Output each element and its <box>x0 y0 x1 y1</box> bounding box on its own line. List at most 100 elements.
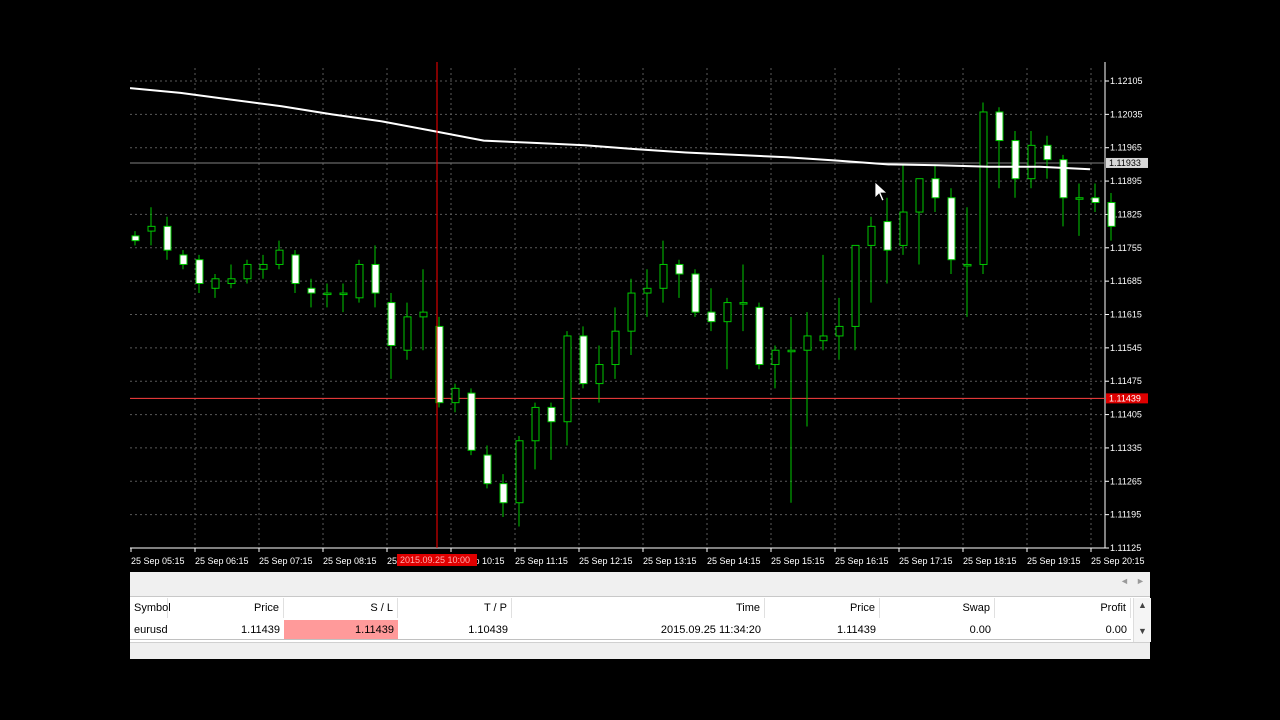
row-swap[interactable]: 0.00 <box>880 620 995 640</box>
row-tp[interactable]: 1.10439 <box>398 620 512 640</box>
candle-body <box>851 244 860 327</box>
time-tick-label: 25 Sep 11:15 <box>515 556 568 566</box>
col-header-profit[interactable]: Profit <box>995 598 1131 618</box>
candle-body <box>579 335 588 385</box>
candle-body <box>1059 159 1068 199</box>
row-sl[interactable]: 1.11439 <box>284 620 398 640</box>
row-price[interactable]: 1.11439 <box>168 620 284 640</box>
chart-canvas[interactable]: 1.121051.120351.119651.118951.118251.117… <box>130 62 1150 572</box>
candle-body <box>1027 144 1036 180</box>
candle-body <box>1043 144 1052 161</box>
crosshair-time-label: 2015.09.25 10:00 <box>400 555 470 565</box>
candle-body <box>723 302 732 323</box>
col-header-swap[interactable]: Swap <box>880 598 995 618</box>
terminal-bottom-strip <box>130 642 1150 659</box>
candle-body <box>819 335 828 342</box>
col-header-time[interactable]: Time <box>512 598 765 618</box>
trade-terminal: ◄ ► Symbol Price S / L T / P Time Price … <box>130 572 1151 659</box>
price-chart[interactable]: 1.12105 1.12035 1.11965 1.11895 1.11825 1.117… <box>130 62 1150 572</box>
price-tick-label: 1.11685 <box>1110 276 1142 286</box>
time-tick-label: 25 Sep 19:15 <box>1027 556 1081 566</box>
candle-body <box>467 392 476 451</box>
col-header-sl[interactable]: S / L <box>284 598 398 618</box>
candle-body <box>339 292 348 296</box>
col-header-tp[interactable]: T / P <box>398 598 512 618</box>
candle-body <box>803 335 812 351</box>
candle-body <box>643 287 652 294</box>
candle-body <box>131 235 140 242</box>
row-time[interactable]: 2015.09.25 11:34:20 <box>512 620 765 640</box>
candle-body <box>771 349 780 366</box>
row-price2[interactable]: 1.11439 <box>765 620 880 640</box>
candle-body <box>147 225 156 232</box>
time-tick-label: 25 Sep 18:15 <box>963 556 1017 566</box>
candle-body <box>275 249 284 265</box>
row-profit[interactable]: 0.00 <box>995 620 1131 640</box>
candle-body <box>659 263 668 289</box>
price-tick-label: 1.11965 <box>1110 143 1142 153</box>
stop-loss-label: 1.11439 <box>1109 393 1141 403</box>
time-tick-label: 25 Sep 05:15 <box>131 556 185 566</box>
time-tick-label: 25 Sep 14:15 <box>707 556 761 566</box>
candle-body <box>387 302 396 346</box>
candle-body <box>419 311 428 318</box>
time-tick-label: 25 Sep 06:15 <box>195 556 249 566</box>
col-header-symbol[interactable]: Symbol <box>130 598 171 618</box>
time-tick-label: 25 Sep 13:15 <box>643 556 697 566</box>
price-tick-label: 1.11125 <box>1110 543 1141 553</box>
candle-body <box>483 454 492 485</box>
candle-body <box>1091 197 1100 204</box>
time-tick-label: 25 Sep 17:15 <box>899 556 953 566</box>
candle-body <box>291 254 300 285</box>
price-tick-label: 1.11545 <box>1110 343 1142 353</box>
candle-body <box>899 211 908 246</box>
scroll-down-icon[interactable]: ▼ <box>1138 626 1147 636</box>
scroll-right-icon[interactable]: ► <box>1136 576 1145 586</box>
candle-body <box>787 349 796 353</box>
price-tick-label: 1.11475 <box>1110 376 1142 386</box>
candle-body <box>499 483 508 504</box>
price-tick-label: 1.11405 <box>1110 410 1142 420</box>
price-tick-label: 1.11895 <box>1110 176 1142 186</box>
candle-body <box>355 263 364 299</box>
candle-body <box>963 263 972 267</box>
candle-body <box>371 263 380 294</box>
candle-body <box>627 292 636 332</box>
candle-body <box>883 221 892 251</box>
candle-body <box>979 111 988 265</box>
price-tick-label: 1.11195 <box>1110 510 1141 520</box>
candle-body <box>515 440 524 504</box>
scroll-up-icon[interactable]: ▲ <box>1138 600 1147 610</box>
candle-body <box>307 287 316 294</box>
time-tick-label: 25 Sep 07:15 <box>259 556 313 566</box>
time-tick-label: 25 Sep 16:15 <box>835 556 889 566</box>
candle-body <box>739 302 748 305</box>
price-tick-label: 1.11755 <box>1110 243 1142 253</box>
candle-body <box>403 316 412 351</box>
candle-body <box>595 364 604 385</box>
row-symbol[interactable]: eurusd <box>130 620 168 640</box>
candle-body <box>163 225 172 251</box>
candle-body <box>947 197 956 261</box>
scroll-left-icon[interactable]: ◄ <box>1120 576 1129 586</box>
candle-body <box>323 292 332 296</box>
time-tick-label: 25 Sep 20:15 <box>1091 556 1145 566</box>
candle-body <box>211 278 220 289</box>
candle-body <box>867 225 876 246</box>
col-header-price2[interactable]: Price <box>765 598 880 618</box>
price-tick-label: 1.12105 <box>1110 76 1143 86</box>
candle-body <box>451 387 460 404</box>
candle-body <box>531 406 540 442</box>
candle-body <box>547 406 556 423</box>
candle-body <box>675 263 684 275</box>
candle-body <box>243 263 252 280</box>
candle-body <box>611 330 620 366</box>
bid-price-label: 1.11933 <box>1109 158 1141 168</box>
vertical-scrollbar[interactable]: ▲ ▼ <box>1133 598 1151 642</box>
time-tick-label: 25 Sep 08:15 <box>323 556 377 566</box>
price-tick-label: 1.11265 <box>1110 476 1142 486</box>
col-header-price[interactable]: Price <box>168 598 284 618</box>
candle-body <box>179 254 188 265</box>
candle-body <box>835 325 844 337</box>
time-tick-label: 25 Sep 15:15 <box>771 556 825 566</box>
